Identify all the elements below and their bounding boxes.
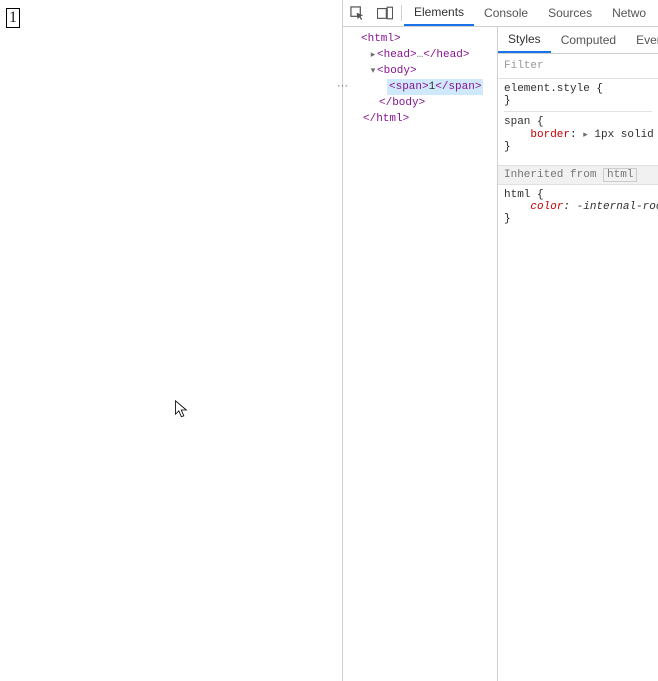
tag-head-close: </head> [423, 49, 469, 61]
tag-span-open: <span> [389, 81, 429, 93]
rule2-open-brace: { [530, 116, 543, 128]
tag-head-open: <head> [377, 49, 417, 61]
rule3-close-brace: } [504, 213, 511, 225]
app-root: 1 Elements Console Sources Netwo <html> [0, 0, 658, 681]
rule1-open-brace: { [590, 83, 603, 95]
rule1-close-brace: } [504, 95, 511, 107]
tab-styles[interactable]: Styles [498, 27, 551, 53]
inherited-label: Inherited from [504, 169, 603, 181]
tab-computed[interactable]: Computed [551, 27, 626, 53]
rule2-close-brace: } [504, 141, 511, 153]
rule3-colon: : [563, 201, 576, 213]
rule3-value[interactable]: -internal-root-c [577, 201, 658, 213]
device-toolbar-icon[interactable] [371, 0, 399, 26]
expand-arrow-icon[interactable]: ▸ [369, 47, 377, 63]
styles-side-panel: Styles Computed Event L element.style { … [498, 27, 658, 681]
styles-tab-bar: Styles Computed Event L [498, 27, 658, 54]
rule-element-style[interactable]: element.style { } [504, 83, 652, 112]
tag-body-open: <body> [377, 65, 417, 77]
tab-sources[interactable]: Sources [538, 0, 602, 26]
tag-html-open: <html> [361, 33, 401, 45]
rule-html[interactable]: html { color: -internal-root-c } [504, 189, 652, 229]
tag-span-close: </span> [435, 81, 481, 93]
styles-filter-input[interactable] [498, 55, 658, 77]
rendered-page-panel[interactable]: 1 [0, 0, 343, 681]
toolbar-separator [401, 5, 402, 21]
tree-row-body-open[interactable]: ▾<body> [355, 63, 497, 79]
devtools-body: <html> ▸<head>…</head> ▾<body> <span>1</… [343, 27, 658, 681]
inherited-from-row: Inherited from html [498, 165, 658, 185]
rule3-prop-color[interactable]: color [530, 201, 563, 213]
devtools-panel: Elements Console Sources Netwo <html> ▸<… [343, 0, 658, 681]
style-rules-area-inherited[interactable]: html { color: -internal-root-c } [498, 185, 658, 237]
rule1-selector: element.style [504, 83, 590, 95]
rule3-selector: html [504, 189, 530, 201]
rule-span[interactable]: span { border: ▸ 1px solid bl } [504, 116, 652, 157]
mouse-cursor-icon [174, 400, 192, 420]
rule3-open-brace: { [530, 189, 543, 201]
inspect-element-icon[interactable] [343, 0, 371, 26]
tab-elements[interactable]: Elements [404, 0, 474, 26]
tab-network[interactable]: Netwo [602, 0, 656, 26]
tree-row-head[interactable]: ▸<head>…</head> [355, 47, 497, 63]
tree-row-html-open[interactable]: <html> [355, 31, 497, 47]
inherited-from-link[interactable]: html [603, 168, 637, 182]
tree-row-body-close[interactable]: </body> [355, 95, 497, 111]
tab-event-listeners[interactable]: Event L [626, 27, 658, 53]
styles-filter-row [498, 54, 658, 79]
devtools-main-toolbar: Elements Console Sources Netwo [343, 0, 658, 27]
rule2-colon: : [570, 129, 577, 141]
rule2-prop-border[interactable]: border [530, 129, 570, 141]
tree-row-span-selected[interactable]: <span>1</span> [355, 79, 497, 95]
style-rules-area[interactable]: element.style { } span { border: ▸ 1px s… [498, 79, 658, 165]
tag-html-close: </html> [363, 113, 409, 125]
collapse-arrow-icon[interactable]: ▾ [369, 63, 377, 79]
elements-dom-tree[interactable]: <html> ▸<head>…</head> ▾<body> <span>1</… [343, 27, 498, 681]
rule2-value-px[interactable]: 1px solid [588, 129, 658, 141]
rule2-selector: span [504, 116, 530, 128]
tab-console[interactable]: Console [474, 0, 538, 26]
tag-body-close: </body> [379, 97, 425, 109]
rendered-span-element[interactable]: 1 [6, 8, 20, 28]
tree-row-html-close[interactable]: </html> [355, 111, 497, 127]
